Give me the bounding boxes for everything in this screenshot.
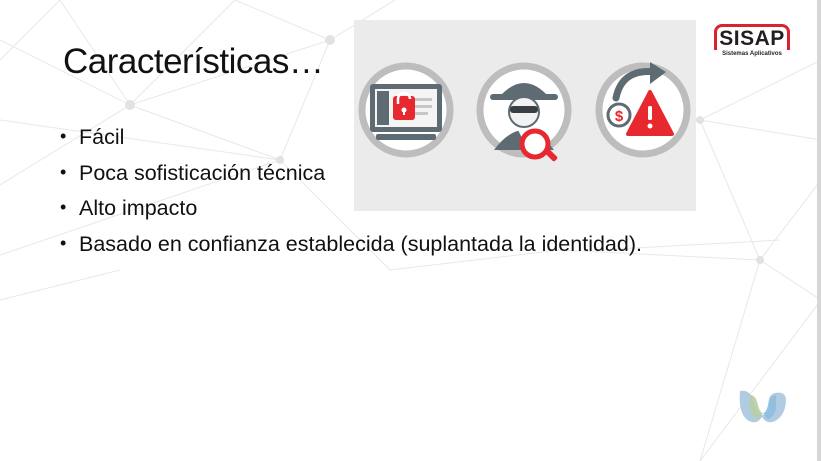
- bullet-dot-icon: •: [60, 126, 67, 146]
- money-warning-icon: $: [595, 62, 691, 158]
- bullet-dot-icon: •: [60, 161, 67, 182]
- bullet-text: Basado en confianza establecida (suplant…: [79, 231, 642, 256]
- bullet-dot-icon: •: [60, 197, 67, 217]
- svg-text:$: $: [615, 108, 624, 125]
- sisap-logo: SISAP Sistemas Aplicativos: [710, 20, 794, 62]
- security-icons-image: $: [354, 20, 696, 211]
- webex-logo-icon: [739, 390, 786, 423]
- slide-canvas: Características… • Fácil • Poca sofisticac…: [0, 0, 821, 461]
- slide-title: Características…: [63, 42, 324, 81]
- bullet-item: • Basado en confianza establecida (suplan…: [60, 228, 642, 264]
- hacker-magnifier-icon: [476, 62, 572, 162]
- logo-tagline: Sistemas Aplicativos: [722, 51, 782, 57]
- bullet-text: Poca sofisticación técnica: [79, 160, 326, 185]
- window-edge: [817, 0, 821, 461]
- logo-name: SISAP: [719, 27, 785, 50]
- bullet-dot-icon: •: [60, 232, 67, 253]
- bullet-text: Alto impacto: [79, 196, 198, 220]
- bullet-text: Fácil: [79, 125, 125, 149]
- locked-computer-icon: [358, 62, 454, 158]
